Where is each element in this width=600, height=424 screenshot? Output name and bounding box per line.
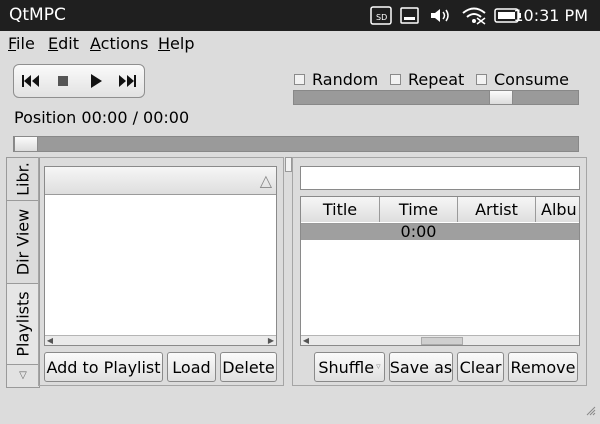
scroll-left-icon[interactable]: ◀: [302, 337, 310, 345]
next-icon[interactable]: [115, 71, 139, 91]
delete-button[interactable]: Delete: [220, 352, 277, 382]
clear-button[interactable]: Clear: [457, 352, 504, 382]
menu-edit[interactable]: Edit: [48, 34, 79, 53]
table-row[interactable]: 0:00: [301, 222, 579, 241]
save-as-button[interactable]: Save as: [389, 352, 453, 382]
scroll-left-icon[interactable]: ◀: [46, 337, 54, 345]
position-label: Position 00:00 / 00:00: [14, 108, 190, 127]
repeat-label: Repeat: [408, 70, 465, 89]
menu-bar: File Edit Actions Help: [0, 31, 600, 57]
remove-button[interactable]: Remove: [508, 352, 578, 382]
status-bar: QtMPC SD 10:31 PM: [0, 0, 600, 31]
sort-indicator-icon: △: [259, 171, 272, 190]
scrollbar-thumb[interactable]: [421, 337, 463, 345]
position-slider[interactable]: [13, 136, 579, 152]
tab-library-label: Libr.: [13, 162, 33, 196]
splitter-handle[interactable]: [285, 157, 292, 172]
playqueue-header: Title Time Artist Albu: [301, 197, 579, 224]
menu-help[interactable]: Help: [158, 34, 194, 53]
menu-file[interactable]: File: [8, 34, 35, 53]
column-artist[interactable]: Artist: [458, 197, 536, 222]
row-time: 0:00: [400, 222, 437, 241]
screen-icon: [400, 6, 420, 25]
volume-slider[interactable]: [293, 90, 579, 105]
playqueue-table[interactable]: Title Time Artist Albu 0:00 ◀: [300, 196, 580, 346]
app-title: QtMPC: [9, 5, 66, 25]
repeat-checkbox-box[interactable]: [390, 74, 401, 85]
status-clock: 10:31 PM: [513, 6, 588, 25]
player-controls: [13, 64, 145, 98]
random-checkbox-box[interactable]: [294, 74, 305, 85]
position-slider-handle[interactable]: [14, 136, 38, 152]
sd-card-icon: SD: [370, 6, 392, 25]
scroll-right-icon[interactable]: ▶: [267, 337, 275, 345]
tab-playlists[interactable]: Playlists: [6, 283, 40, 365]
wifi-icon: [461, 6, 487, 25]
tab-playlists-label: Playlists: [13, 291, 33, 357]
consume-checkbox-box[interactable]: [476, 74, 487, 85]
add-to-playlist-button[interactable]: Add to Playlist: [44, 352, 163, 382]
playlists-list[interactable]: △ ◀ ▶: [44, 166, 277, 346]
dropdown-arrow-icon: ▿: [376, 362, 381, 372]
shuffle-label: Shuffle: [318, 357, 375, 377]
play-icon[interactable]: [84, 71, 108, 91]
tab-dir-view-label: Dir View: [13, 208, 33, 276]
search-input[interactable]: [300, 166, 580, 190]
tab-scroll-down-icon[interactable]: ▽: [6, 364, 40, 388]
playqueue-hscrollbar[interactable]: ◀: [301, 335, 579, 345]
menu-actions[interactable]: Actions: [90, 34, 148, 53]
volume-icon: [429, 6, 453, 25]
playlists-hscrollbar[interactable]: ◀ ▶: [45, 335, 276, 345]
consume-label: Consume: [494, 70, 570, 89]
previous-icon[interactable]: [19, 71, 43, 91]
column-title[interactable]: Title: [301, 197, 380, 222]
stop-icon[interactable]: [51, 71, 75, 91]
column-album[interactable]: Albu: [536, 197, 579, 222]
column-time[interactable]: Time: [380, 197, 458, 222]
svg-text:SD: SD: [376, 13, 387, 22]
shuffle-button[interactable]: Shuffle ▿: [314, 352, 385, 382]
load-button[interactable]: Load: [167, 352, 216, 382]
tab-dir-view[interactable]: Dir View: [6, 200, 40, 284]
resize-grip-icon[interactable]: [586, 401, 596, 420]
volume-slider-handle[interactable]: [489, 90, 513, 105]
tab-library[interactable]: Libr.: [6, 157, 40, 201]
random-label: Random: [312, 70, 379, 89]
playlists-list-header[interactable]: △: [45, 167, 276, 195]
